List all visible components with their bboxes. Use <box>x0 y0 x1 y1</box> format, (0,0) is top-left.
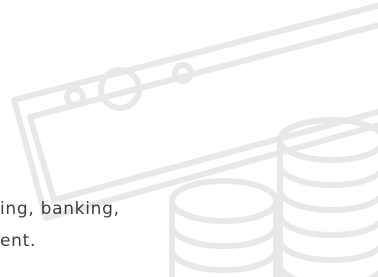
finance-illustration <box>11 2 378 277</box>
description-text-line-1: ing, banking, <box>0 199 120 219</box>
coin-stack-small-icon <box>169 178 279 277</box>
hero-illustration-panel: ing, banking, ent. <box>0 0 378 277</box>
description-text-line-2: ent. <box>0 231 37 251</box>
coin-stack-tall-icon <box>277 117 378 277</box>
